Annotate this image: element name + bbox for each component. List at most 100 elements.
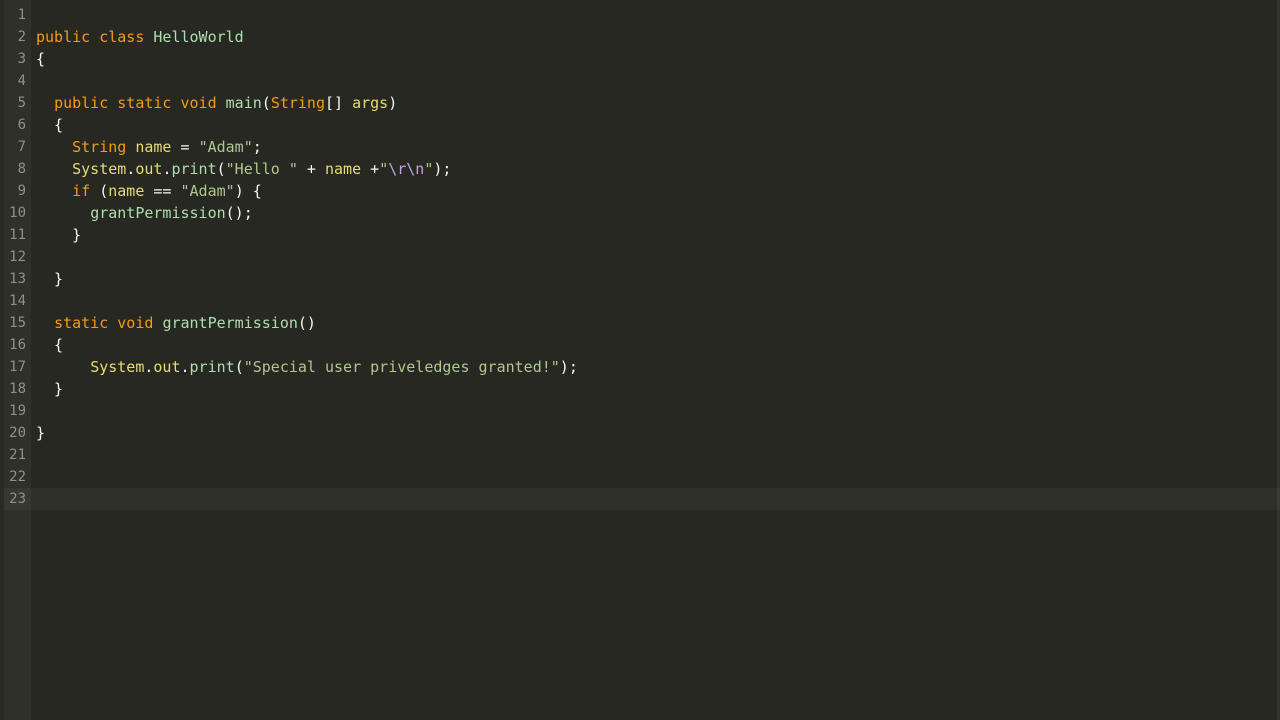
code-token: } [36, 226, 81, 244]
line-number: 17 [4, 356, 31, 378]
code-line[interactable]: { [31, 114, 1280, 136]
code-line[interactable] [31, 488, 1280, 510]
code-token: System [90, 358, 144, 376]
code-token: \r\n [388, 160, 424, 178]
code-token: . [126, 160, 135, 178]
code-token [36, 182, 72, 200]
code-token: grantPermission [90, 204, 225, 222]
code-token [90, 182, 99, 200]
line-number: 21 [4, 444, 31, 466]
line-number: 18 [4, 378, 31, 400]
code-token: name [108, 182, 144, 200]
code-editor[interactable]: 1234567891011121314151617181920212223 pu… [0, 0, 1280, 720]
code-token: name [325, 160, 361, 178]
code-token: name [135, 138, 171, 156]
code-token: ( [235, 358, 244, 376]
code-line[interactable]: } [31, 422, 1280, 444]
code-token: static [117, 94, 171, 112]
code-token [108, 314, 117, 332]
code-token: (); [226, 204, 253, 222]
line-number: 5 [4, 92, 31, 114]
code-line[interactable] [31, 400, 1280, 422]
code-line[interactable]: { [31, 334, 1280, 356]
code-token: if [72, 182, 90, 200]
code-token: { [36, 336, 63, 354]
code-line[interactable] [31, 70, 1280, 92]
code-token: static [54, 314, 108, 332]
code-token [36, 204, 90, 222]
code-token: class [99, 28, 144, 46]
code-token [36, 314, 54, 332]
line-number: 9 [4, 180, 31, 202]
code-token: "Adam" [181, 182, 235, 200]
code-token: ); [433, 160, 451, 178]
code-token [126, 138, 135, 156]
code-token: String [72, 138, 126, 156]
line-number: 14 [4, 290, 31, 312]
line-number: 10 [4, 202, 31, 224]
code-line[interactable]: } [31, 378, 1280, 400]
code-token [36, 138, 72, 156]
line-number: 11 [4, 224, 31, 246]
line-number: 22 [4, 466, 31, 488]
code-line[interactable]: System.out.print("Special user priveledg… [31, 356, 1280, 378]
line-number: 7 [4, 136, 31, 158]
code-line[interactable]: { [31, 48, 1280, 70]
code-line[interactable]: public class HelloWorld [31, 26, 1280, 48]
code-token: ) { [235, 182, 262, 200]
code-token [217, 94, 226, 112]
code-token: } [36, 380, 63, 398]
code-line[interactable]: System.out.print("Hello " + name +"\r\n"… [31, 158, 1280, 180]
code-token: . [181, 358, 190, 376]
code-token: "Special user priveledges granted!" [244, 358, 560, 376]
line-number: 15 [4, 312, 31, 334]
code-token: () [298, 314, 316, 332]
code-token: ); [560, 358, 578, 376]
code-line[interactable]: public static void main(String[] args) [31, 92, 1280, 114]
code-token: " [379, 160, 388, 178]
line-number: 3 [4, 48, 31, 70]
code-token: public [36, 28, 90, 46]
code-token: out [135, 160, 162, 178]
code-token: HelloWorld [153, 28, 243, 46]
code-line[interactable]: String name = "Adam"; [31, 136, 1280, 158]
line-number: 23 [4, 488, 31, 510]
line-number-gutter: 1234567891011121314151617181920212223 [4, 0, 31, 720]
code-token: } [36, 270, 63, 288]
code-token: "Adam" [199, 138, 253, 156]
code-line[interactable] [31, 466, 1280, 488]
code-line[interactable]: static void grantPermission() [31, 312, 1280, 334]
code-token: args [352, 94, 388, 112]
line-number: 4 [4, 70, 31, 92]
line-number: 8 [4, 158, 31, 180]
code-token: "Hello " [226, 160, 298, 178]
code-token: ( [99, 182, 108, 200]
code-line[interactable]: } [31, 224, 1280, 246]
code-token: print [171, 160, 216, 178]
code-token [90, 28, 99, 46]
code-line[interactable] [31, 246, 1280, 268]
code-token: main [226, 94, 262, 112]
line-number: 12 [4, 246, 31, 268]
code-line[interactable]: if (name == "Adam") { [31, 180, 1280, 202]
code-token: ) [388, 94, 397, 112]
code-line[interactable] [31, 4, 1280, 26]
code-line[interactable] [31, 444, 1280, 466]
code-line[interactable] [31, 290, 1280, 312]
code-token: [] [325, 94, 352, 112]
line-number: 1 [4, 4, 31, 26]
code-token: { [36, 50, 45, 68]
code-token: public [54, 94, 108, 112]
code-token: ( [217, 160, 226, 178]
code-token: ; [253, 138, 262, 156]
code-token: = [181, 138, 190, 156]
code-token: + [361, 160, 379, 178]
code-area[interactable]: public class HelloWorld { public static v… [31, 0, 1280, 720]
code-line[interactable]: grantPermission(); [31, 202, 1280, 224]
code-token [36, 160, 72, 178]
code-token: print [190, 358, 235, 376]
code-line[interactable]: } [31, 268, 1280, 290]
line-number: 19 [4, 400, 31, 422]
code-token: + [298, 160, 325, 178]
code-token [171, 138, 180, 156]
